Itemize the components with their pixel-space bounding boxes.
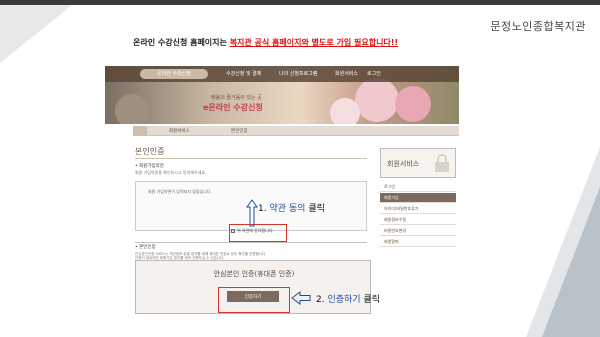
- organization-name: 문정노인종합복지관: [490, 20, 586, 33]
- home-icon[interactable]: [133, 126, 147, 136]
- sidebar-heading: 회원서비스: [387, 160, 420, 168]
- arrow-left-icon: [291, 291, 311, 305]
- divider: [135, 158, 367, 159]
- nav-item-login[interactable]: 로그인: [367, 70, 381, 77]
- sidebar: 회원서비스 로그인 회원가입 아이디/비밀번호찾기 회원정보수정 비밀번호변경 …: [380, 148, 456, 306]
- sidebar-header: 회원서비스: [380, 148, 456, 178]
- site-logo[interactable]: 온라인 수강신청: [140, 69, 208, 79]
- subnav-tab-verification[interactable]: 본인인증: [231, 128, 248, 134]
- sidebar-item-edit-profile[interactable]: 회원정보수정: [380, 215, 456, 225]
- sub-navigation: 회원서비스 본인인증: [133, 126, 459, 136]
- flower-decoration: [115, 94, 149, 124]
- nav-item-my-programs[interactable]: 나의 신청프로그램: [279, 70, 317, 77]
- nav-item-member-service[interactable]: 회원서비스: [335, 70, 358, 77]
- sidebar-item-change-password[interactable]: 비밀번호변경: [380, 226, 456, 236]
- step1-callout: 1. 약관 동의 클릭: [258, 204, 325, 214]
- sidebar-item-login[interactable]: 로그인: [380, 182, 456, 192]
- verification-section-title: • 본인인증: [135, 245, 156, 250]
- lock-icon: [435, 154, 449, 172]
- sidebar-item-find-account[interactable]: 아이디/비밀번호찾기: [380, 204, 456, 214]
- phone-verification-title: 안심본인 인증(휴대폰 인증): [213, 270, 295, 278]
- notice-prefix: 온라인 수강신청 홈페이지는: [133, 38, 227, 47]
- notice-highlight: 복지관 공식 홈페이지와 별도로 가입 필요합니다!!: [229, 38, 399, 47]
- highlight-verify: [218, 287, 290, 313]
- terms-section-title: • 회원가입약관: [135, 164, 164, 169]
- flower-decoration: [395, 86, 431, 122]
- nav-item-enroll[interactable]: 수강신청 및 결제: [226, 70, 261, 77]
- site-banner: 온라인 수강신청 수강신청 및 결제 나의 신청프로그램 회원서비스 로그인 배…: [105, 66, 459, 124]
- page-title: 본인인증: [135, 147, 165, 156]
- arrow-up-icon: [246, 199, 258, 227]
- terms-section-subtitle: 회원 가입약관을 확인하시고 동의해주세요.: [135, 170, 207, 175]
- site-nav: 온라인 수강신청 수강신청 및 결제 나의 신청프로그램 회원서비스 로그인: [105, 66, 459, 82]
- banner-tagline: 배움의 즐거움이 있는 곳: [211, 95, 262, 101]
- website-screenshot: 온라인 수강신청 수강신청 및 결제 나의 신청프로그램 회원서비스 로그인 배…: [105, 66, 459, 318]
- terms-content: 회원 가입약관이 입력되지 않았습니다.: [148, 189, 212, 194]
- step2-callout: 2. 인증하기 클릭: [316, 295, 381, 305]
- flower-decoration: [355, 78, 399, 122]
- step1-text: 약관 동의: [269, 204, 306, 214]
- banner-title: e온라인 수강신청: [203, 103, 263, 112]
- corner-decoration-bottom-dark: [542, 187, 600, 337]
- corner-decoration-top: [0, 5, 72, 63]
- signup-notice: 온라인 수강신청 홈페이지는 복지관 공식 홈페이지와 별도로 가입 필요합니다…: [133, 37, 398, 48]
- sidebar-item-withdraw[interactable]: 회원탈퇴: [380, 237, 456, 247]
- divider: [135, 242, 367, 243]
- top-bar: [0, 0, 600, 5]
- sidebar-item-signup[interactable]: 회원가입: [380, 193, 456, 203]
- step2-text: 인증하기: [327, 295, 361, 305]
- sidebar-list: 로그인 회원가입 아이디/비밀번호찾기 회원정보수정 비밀번호변경 회원탈퇴: [380, 182, 456, 248]
- subnav-tab-member-service[interactable]: 회원서비스: [169, 128, 190, 134]
- flower-decoration: [330, 98, 360, 124]
